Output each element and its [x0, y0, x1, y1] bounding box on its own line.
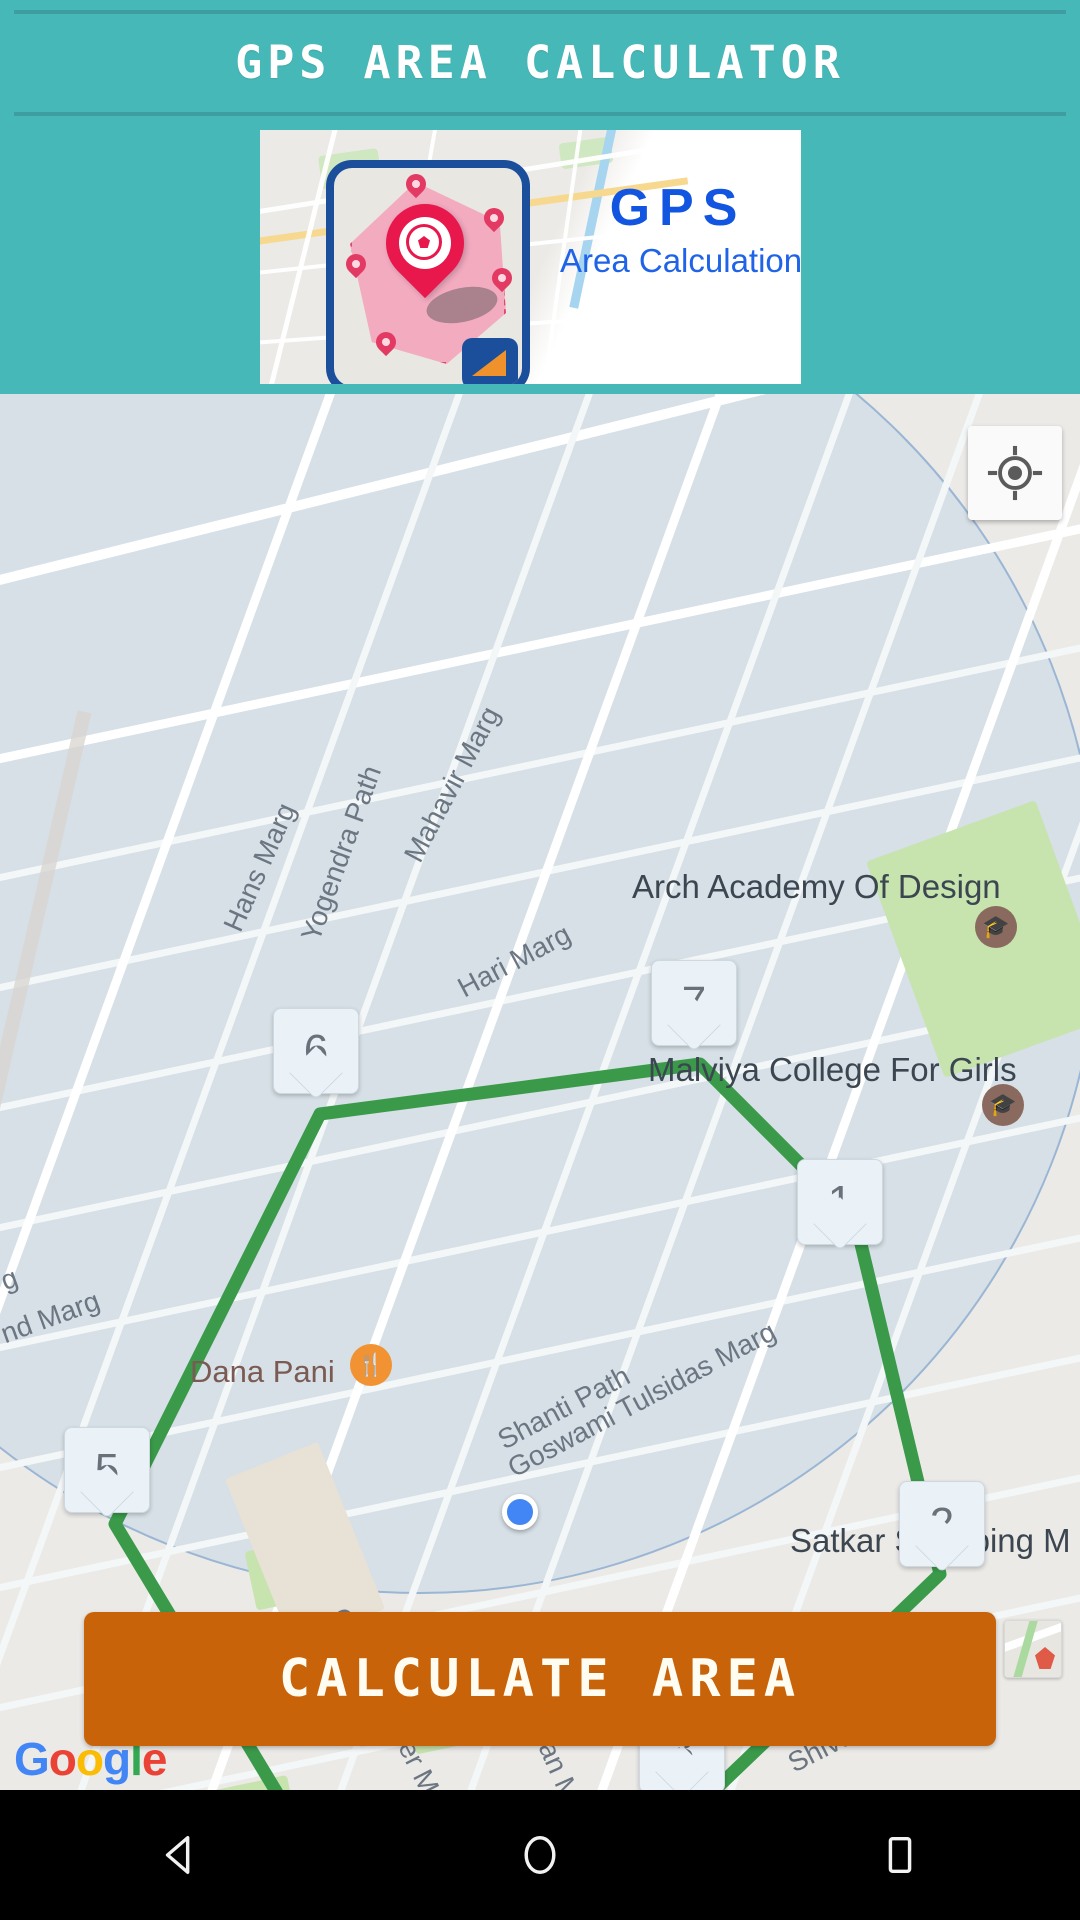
back-button[interactable] — [120, 1790, 240, 1920]
home-circle-icon — [524, 1836, 556, 1874]
compass-icon — [406, 224, 442, 260]
map-view[interactable]: Arch Academy Of Design Malviya College Fo… — [0, 394, 1080, 1790]
ad-app-icon — [326, 160, 530, 384]
recents-button[interactable] — [840, 1790, 960, 1920]
my-location-button[interactable] — [968, 426, 1062, 520]
map-marker-6[interactable]: 6 — [273, 1008, 359, 1094]
home-button[interactable] — [480, 1790, 600, 1920]
map-marker-1[interactable]: 1 — [797, 1159, 883, 1245]
calculate-area-button[interactable]: CALCULATE AREA — [84, 1612, 996, 1746]
current-location-dot — [502, 1494, 538, 1530]
ad-banner-area: GPS Area Calculation — [0, 125, 1080, 394]
ad-brand: GPS — [609, 179, 747, 237]
school-poi-icon[interactable]: 🎓 — [975, 906, 1017, 948]
school-poi-icon[interactable]: 🎓 — [982, 1084, 1024, 1126]
map-marker-5[interactable]: 5 — [64, 1427, 150, 1513]
back-triangle-icon — [165, 1836, 190, 1874]
app-header: GPS AREA CALCULATOR — [0, 0, 1080, 125]
system-navigation-bar — [0, 1790, 1080, 1920]
ruler-badge-icon — [462, 338, 518, 384]
ad-text-block: GPS Area Calculation — [560, 179, 801, 279]
app-screen: GPS AREA CALCULATOR GPS Area Calculation… — [0, 0, 1080, 1920]
area-polygon-path — [108, 1057, 947, 1790]
map-marker-2[interactable]: 2 — [899, 1481, 985, 1567]
ad-tagline: Area Calculation — [560, 242, 801, 279]
page-title: GPS AREA CALCULATOR — [235, 36, 845, 89]
crosshair-icon — [987, 445, 1043, 501]
recents-square-icon — [888, 1836, 912, 1874]
google-logo-letter: G — [14, 1733, 50, 1785]
map-marker-7[interactable]: 7 — [651, 960, 737, 1046]
map-type-thumbnail[interactable] — [1004, 1620, 1062, 1678]
google-logo-letter: o — [48, 1733, 77, 1785]
ad-banner[interactable]: GPS Area Calculation — [260, 130, 801, 384]
restaurant-poi-icon[interactable]: 🍴 — [350, 1344, 392, 1386]
